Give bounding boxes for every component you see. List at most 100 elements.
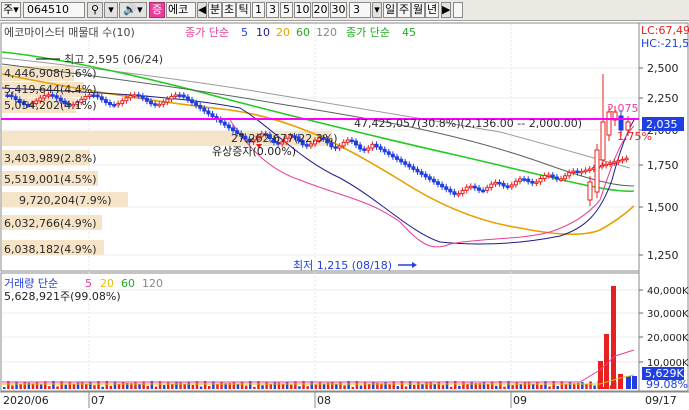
interval-select-value: 3 [353,3,360,16]
candle-body [226,124,231,129]
volume-bar [39,384,43,389]
volume-bar [232,382,236,389]
volume-bar [3,387,6,389]
volume-bar [367,384,371,389]
prev-button[interactable]: ◀ [197,2,207,18]
candle-body [128,95,133,99]
volume-bar [568,381,572,389]
candle-body [620,158,625,162]
candle-body [198,104,203,109]
speaker-icon: 🔊 [123,3,138,16]
interval-select-arrow[interactable]: ▾ [372,2,382,18]
interval-label: 20 [313,3,328,16]
period-label: 주 [398,3,410,16]
volume-tick-label: 40,000K [647,286,689,297]
period-button-month[interactable]: 월 [411,2,425,18]
mode-button-tick[interactable]: 틱 [236,2,251,18]
interval-select[interactable]: 3 [349,2,371,18]
interval-button-30[interactable]: 30 [330,2,347,18]
interval-label: 3 [269,3,276,16]
high-label: 최고 2,595 (06/24) [64,53,163,66]
volume-bar [339,381,342,389]
volume-bar [536,381,539,389]
mode-label: 초 [223,3,235,16]
interval-button-3[interactable]: 3 [266,2,279,18]
volume-bar [458,385,461,389]
volume-bar [515,381,518,389]
price-tick-label: 1,500 [647,201,679,214]
candle-body [390,153,395,158]
candle-body [530,181,535,184]
candle-body [526,178,531,183]
period-label: 년 [426,3,438,16]
candle-body [165,98,170,103]
broadcast-button[interactable]: 🔊▾ [119,2,147,18]
candle-body [522,178,527,181]
period-button-year[interactable]: 년 [425,2,439,18]
stock-name-field: 에코 [166,2,196,18]
candle-body [231,127,235,132]
volume-bar [413,384,416,389]
tag-jeung[interactable]: 증 [149,2,165,18]
stock-chart[interactable]: 에코마이스터 매물대 수(10) 종가 단순 5 10 20 60 120 종가… [0,21,689,410]
volume-bar [306,386,309,389]
volume-bar [314,384,318,389]
candle-body [149,100,153,105]
candle-body [534,181,539,184]
profile-label: 4,446,908(3.6%) [4,67,97,80]
mode-button-second[interactable]: 초 [222,2,236,18]
volume-bar [585,384,588,389]
search-icon: ⚲ [90,3,100,16]
candle-body [448,188,453,193]
interval-label: 30 [331,3,346,16]
volume-panel-title: 거래량 단순 [4,277,58,290]
volume-bar [331,382,334,389]
interval-button-1[interactable]: 1 [252,2,265,18]
period-button-day[interactable]: 일 [383,2,397,18]
volume-bar [199,386,203,389]
candle-body [153,103,158,106]
candle-body [112,104,117,107]
candle-body [546,174,551,178]
period-button-week[interactable]: 주 [397,2,411,18]
candle-body [95,94,100,98]
candle-body [132,94,137,97]
ma-legend-60: 60 [296,26,310,39]
volume-bar [19,384,22,389]
candle-body [542,174,547,180]
candle-body [333,146,338,149]
mode-button-minute[interactable]: 분 [208,2,222,18]
candle-body [103,99,108,104]
volume-bar [589,381,592,389]
market-select[interactable]: 주▾ [1,2,21,18]
next-button[interactable]: ▶ [441,2,451,18]
ma-legend-5: 5 [241,26,248,39]
volume-bar [632,376,637,389]
current-volume-pct: 99.08% [646,378,688,391]
mode-label: 분 [209,3,221,16]
volume-bar [298,386,301,389]
interval-button-5[interactable]: 5 [280,2,293,18]
volume-bar [15,381,18,389]
stock-code-input[interactable]: 064510 [23,2,85,18]
candle-body [399,158,404,163]
hc-label: HC:-21,5 [641,37,689,50]
volume-bar [598,361,603,389]
toolbar-tail-box[interactable] [453,2,463,18]
candle-body [594,149,600,193]
candle-body [567,171,572,177]
period-label: 일 [384,3,396,16]
candle-body [583,169,588,173]
profile-label: 27,262,677(22.3%) [231,132,338,145]
candle-body [554,176,559,180]
interval-button-10[interactable]: 10 [294,2,311,18]
search-button[interactable]: ⚲ [87,2,103,18]
candle-body [378,146,383,150]
candle-body [468,185,473,189]
volume-bar [540,384,543,389]
candle-body [173,94,178,97]
dropdown-arrow-button[interactable]: ▾ [104,2,118,18]
volume-bar [519,383,523,389]
interval-button-20[interactable]: 20 [312,2,329,18]
candle-body [604,163,609,167]
